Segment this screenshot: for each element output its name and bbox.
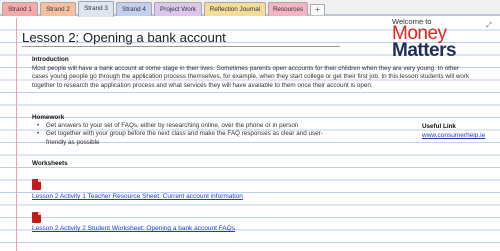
page-title[interactable]: Lesson 2: Opening a bank account: [22, 30, 226, 45]
notebook-page: Lesson 2: Opening a bank account ⤢ Welco…: [0, 18, 500, 251]
tab-strand-3[interactable]: Strand 3: [78, 1, 114, 17]
worksheet-link-2[interactable]: Lesson 2 Activity 2 Student Worksheet: O…: [32, 225, 235, 232]
useful-link-heading: Useful Link: [422, 123, 456, 130]
worksheets-heading: Worksheets: [32, 160, 68, 167]
introduction-heading: Introduction: [32, 56, 69, 63]
title-underline: [22, 46, 340, 47]
tab-reflection-journal[interactable]: Reflection Journal: [204, 2, 266, 16]
tab-project-work[interactable]: Project Work: [154, 2, 202, 16]
money-matters-logo: Welcome to Money Matters: [392, 18, 492, 61]
tab-resources[interactable]: Resources: [268, 2, 308, 16]
logo-matters-text: Matters: [392, 40, 457, 61]
section-tab-bar: Strand 1 Strand 2 Strand 3 Strand 4 Proj…: [0, 0, 500, 17]
useful-link-box: Useful Link www.consumerhelp.ie: [422, 123, 485, 139]
homework-item: Get answers to your set of FAQs, either …: [37, 122, 337, 131]
introduction-text: Most people will have a bank account at …: [32, 65, 470, 89]
homework-list: Get answers to your set of FAQs, either …: [37, 122, 337, 147]
tab-strand-1[interactable]: Strand 1: [2, 2, 38, 16]
add-section-button[interactable]: +: [310, 4, 325, 15]
homework-item: Get together with your group before the …: [37, 130, 337, 147]
consumerhelp-link[interactable]: www.consumerhelp.ie: [422, 132, 485, 139]
worksheet-link-1[interactable]: Lesson 2 Activity 1 Teacher Resource She…: [32, 193, 243, 200]
tab-strand-2[interactable]: Strand 2: [40, 2, 76, 16]
homework-heading: Homework: [32, 114, 65, 121]
pdf-icon[interactable]: [32, 179, 41, 190]
pdf-icon[interactable]: [32, 212, 41, 223]
tab-strand-4[interactable]: Strand 4: [116, 2, 152, 16]
